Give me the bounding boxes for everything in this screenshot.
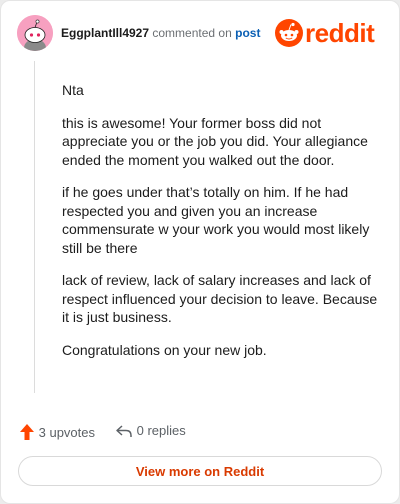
- upvote-button[interactable]: 3 upvotes: [19, 423, 95, 441]
- action-text: commented on: [152, 26, 232, 40]
- snoo-avatar-icon: [17, 15, 53, 51]
- reply-arrow-icon: [116, 425, 132, 437]
- replies-button[interactable]: 0 replies: [115, 423, 186, 439]
- user-avatar[interactable]: [17, 15, 53, 51]
- reddit-snoo-icon: [275, 19, 303, 47]
- comment-paragraph: if he goes under that’s totally on him. …: [62, 184, 370, 256]
- reddit-wordmark: reddit: [305, 18, 375, 48]
- upvote-arrow-icon: [20, 424, 34, 440]
- comment-body: Nta this is awesome! Your former boss di…: [62, 81, 384, 373]
- post-link[interactable]: post: [235, 26, 260, 40]
- comment-paragraph: this is awesome! Your former boss did no…: [62, 114, 368, 168]
- comment-paragraph: Congratulations on your new job.: [62, 341, 267, 358]
- upvote-count: 3 upvotes: [38, 425, 95, 440]
- thread-line: [34, 61, 35, 393]
- reddit-logo[interactable]: reddit: [275, 17, 383, 49]
- reply-count: 0 replies: [136, 423, 186, 438]
- comment-paragraph: Nta: [62, 82, 84, 98]
- view-more-button[interactable]: View more on Reddit: [18, 456, 382, 486]
- comment-meta: EggplantIll4927 commented on post: [61, 26, 260, 40]
- comment-embed-card: EggplantIll4927 commented on post reddit…: [0, 0, 400, 504]
- comment-header: EggplantIll4927 commented on post reddit: [17, 15, 383, 51]
- username-link[interactable]: EggplantIll4927: [61, 26, 149, 40]
- comment-paragraph: lack of review, lack of salary increases…: [62, 272, 378, 325]
